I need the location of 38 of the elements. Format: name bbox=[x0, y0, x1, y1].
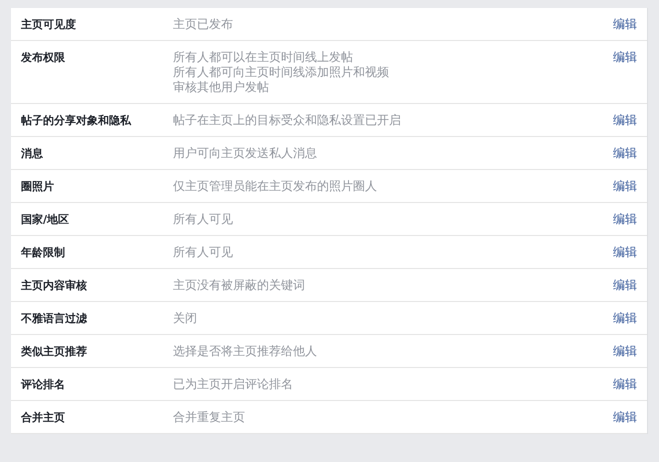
setting-value: 关闭 bbox=[173, 311, 198, 326]
edit-link[interactable]: 编辑 bbox=[613, 245, 637, 260]
setting-label: 不雅语言过滤 bbox=[21, 311, 88, 326]
edit-link[interactable]: 编辑 bbox=[613, 212, 637, 227]
setting-label: 发布权限 bbox=[21, 50, 66, 65]
setting-label: 主页可见度 bbox=[21, 17, 77, 32]
edit-link[interactable]: 编辑 bbox=[613, 17, 637, 32]
setting-value: 主页没有被屏蔽的关键词 bbox=[173, 278, 306, 293]
setting-label: 圈照片 bbox=[21, 179, 55, 194]
setting-label: 合并主页 bbox=[21, 410, 66, 425]
setting-label: 帖子的分享对象和隐私 bbox=[21, 113, 132, 128]
setting-value: 用户可向主页发送私人消息 bbox=[173, 146, 318, 161]
setting-value: 仅主页管理员能在主页发布的照片圈人 bbox=[173, 179, 378, 194]
setting-value: 已为主页开启评论排名 bbox=[173, 377, 294, 392]
setting-value: 所有人可见 bbox=[173, 212, 234, 227]
edit-link[interactable]: 编辑 bbox=[613, 113, 637, 128]
setting-label: 年龄限制 bbox=[21, 245, 66, 260]
edit-link[interactable]: 编辑 bbox=[613, 410, 637, 425]
setting-label: 消息 bbox=[21, 146, 44, 161]
setting-value: 主页已发布 bbox=[173, 17, 234, 32]
setting-label: 主页内容审核 bbox=[21, 278, 88, 293]
setting-value: 审核其他用户发帖 bbox=[173, 80, 270, 95]
edit-link[interactable]: 编辑 bbox=[613, 311, 637, 326]
setting-value: 选择是否将主页推荐给他人 bbox=[173, 344, 318, 359]
setting-value: 所有人都可以在主页时间线上发帖 bbox=[173, 50, 354, 65]
edit-link[interactable]: 编辑 bbox=[613, 377, 637, 392]
setting-value: 帖子在主页上的目标受众和隐私设置已开启 bbox=[173, 113, 402, 128]
edit-link[interactable]: 编辑 bbox=[613, 146, 637, 161]
edit-link[interactable]: 编辑 bbox=[613, 278, 637, 293]
setting-value: 所有人可见 bbox=[173, 245, 234, 260]
setting-label: 类似主页推荐 bbox=[21, 344, 88, 359]
edit-link[interactable]: 编辑 bbox=[613, 344, 637, 359]
setting-value: 合并重复主页 bbox=[173, 410, 246, 425]
edit-link[interactable]: 编辑 bbox=[613, 179, 637, 194]
setting-label: 国家/地区 bbox=[21, 212, 70, 227]
setting-value: 所有人都可向主页时间线添加照片和视频 bbox=[173, 65, 390, 80]
setting-label: 评论排名 bbox=[21, 377, 66, 392]
edit-link[interactable]: 编辑 bbox=[613, 50, 637, 65]
